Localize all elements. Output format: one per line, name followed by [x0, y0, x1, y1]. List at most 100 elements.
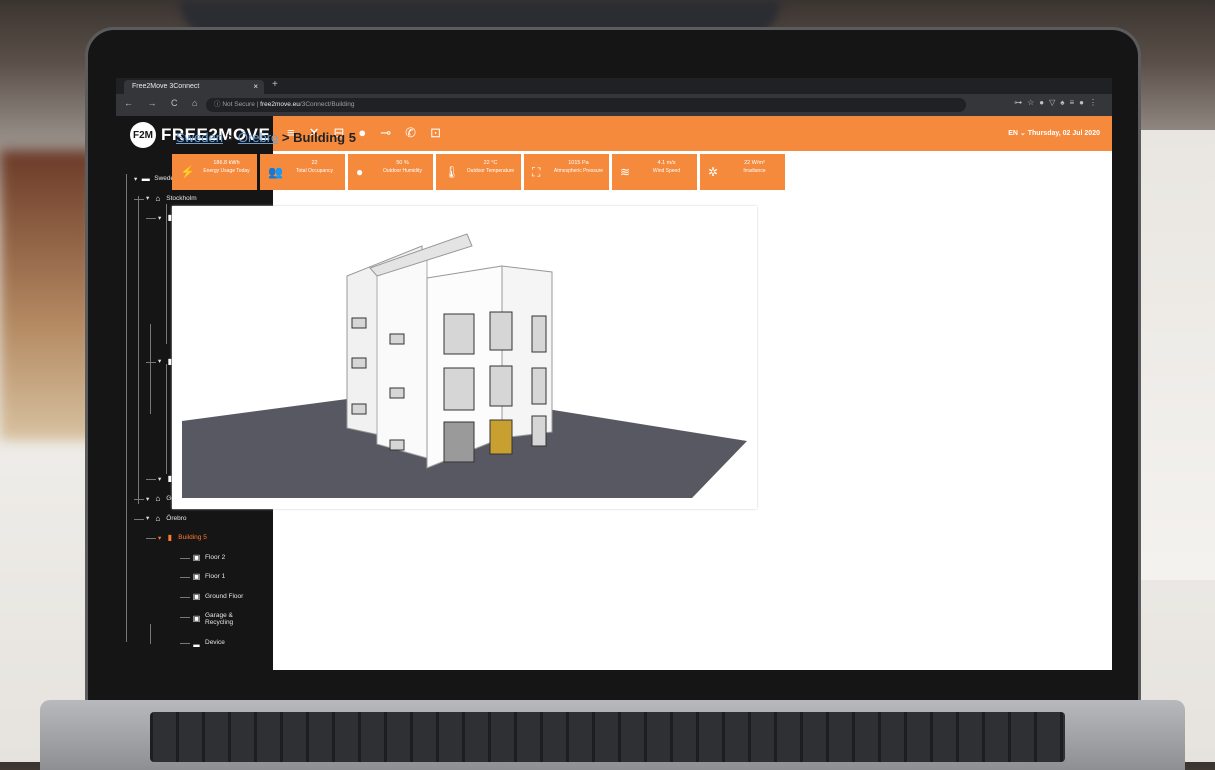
droplet-icon: ● [356, 165, 364, 179]
window [389, 439, 405, 451]
building-side-wall [376, 253, 428, 459]
camera-icon[interactable]: ⊡ [430, 125, 441, 141]
window [389, 333, 405, 345]
stat-value: 22 W/m² [744, 160, 765, 166]
window [351, 317, 367, 329]
stat-card: ✲ 22 W/m² Irradiance [700, 154, 785, 190]
pressure-icon: ⛶ [532, 165, 541, 179]
tree-node[interactable]: ▾ ▮ Building 5 [158, 533, 207, 542]
flag-icon: ▬ [141, 174, 150, 183]
tree-node[interactable]: ▾ ⌂ Stockholm [146, 194, 197, 203]
breadcrumb-separator: > [281, 130, 290, 145]
stat-label: Atmospheric Pressure [553, 168, 604, 174]
caret-icon[interactable]: ▾ [158, 214, 161, 222]
stat-value: 186.8 kWh [213, 160, 240, 166]
phone-icon[interactable]: ✆ [405, 125, 416, 141]
window [531, 367, 547, 405]
breadcrumb-link-country[interactable]: Sweden [176, 130, 223, 145]
tree-connector [180, 577, 190, 579]
window [531, 315, 547, 353]
stat-value: 4.1 m/s [657, 160, 676, 166]
stat-card: ≋ 4.1 m/s Wind Speed [612, 154, 697, 190]
close-icon[interactable]: × [253, 80, 258, 94]
tree-connector [146, 361, 156, 363]
tree-node-label: Floor 1 [205, 573, 226, 581]
tree-connector [146, 479, 156, 481]
browser-toolbar: ← → C ⌂ ⓘ Not Secure | free2move.eu/3Con… [116, 94, 1112, 116]
address-bar[interactable]: ⓘ Not Secure | free2move.eu/3Connect/Bui… [206, 98, 966, 112]
caret-icon[interactable]: ▾ [146, 514, 149, 522]
tree-node-label: Floor 2 [205, 553, 226, 561]
building-model [182, 233, 747, 498]
people-icon: 👥 [268, 165, 283, 179]
stat-label: Energy Usage Today [203, 168, 250, 174]
building-3d-viewer[interactable] [172, 206, 757, 509]
tree-node[interactable]: ▣ Floor 2 [192, 552, 226, 562]
caret-icon[interactable]: ▾ [158, 475, 161, 483]
window [443, 313, 475, 355]
app-header: ≡ ✕ ⊟ ● ⊸ ✆ ⊡ EN ⌄ Thursday, 02 Jul 2020 [273, 116, 1112, 151]
tree-node[interactable]: ▣ Garage & Recycling [192, 612, 257, 626]
tree-node[interactable]: ▂ Device [192, 637, 225, 647]
wind-icon: ≋ [620, 165, 631, 179]
drop-icon[interactable]: ● [358, 125, 366, 141]
new-tab-button[interactable]: + [272, 79, 278, 90]
stat-card: ⛶ 1015 Pa Atmospheric Pressure [524, 154, 609, 190]
floor-icon: ▣ [192, 614, 201, 624]
breadcrumb-link-city[interactable]: Örebro [238, 130, 278, 145]
window [389, 387, 405, 399]
city-icon: ⌂ [155, 513, 161, 523]
caret-icon[interactable]: ▾ [146, 495, 149, 503]
logo-icon: F2M [130, 122, 156, 148]
building-icon: ▮ [167, 533, 172, 543]
browser-tab-bar: Free2Move 3Connect × + [116, 78, 1112, 94]
language-select[interactable]: EN [1008, 130, 1018, 137]
lightning-icon: ⚡ [180, 165, 195, 179]
window [351, 403, 367, 415]
sun-icon: ✲ [708, 165, 719, 179]
breadcrumb-separator: > [226, 130, 235, 145]
tree-node[interactable]: ▣ Floor 1 [192, 572, 226, 581]
url-path: /3Connect/Building [299, 101, 355, 108]
window [531, 415, 547, 447]
tab-title: Free2Move 3Connect [132, 83, 200, 90]
caret-icon[interactable]: ▾ [146, 194, 149, 202]
tree-connector [150, 624, 151, 644]
tree-connector [180, 616, 190, 618]
stat-label: Outdoor Temperature [466, 168, 515, 174]
tree-node-label: Stockholm [166, 194, 197, 202]
stat-value: 1015 Pa [568, 160, 589, 166]
tree-connector [150, 324, 151, 414]
stat-label: Wind Speed [652, 168, 681, 174]
caret-icon[interactable]: ▾ [158, 534, 161, 542]
stats-bar: ⚡ 186.8 kWh Energy Usage Today 👥 22 Total Occ… [172, 154, 785, 190]
floor-icon: ▣ [192, 552, 201, 562]
caret-icon[interactable]: ▾ [158, 357, 161, 365]
stat-label: Irradiance [743, 168, 766, 174]
stat-card: 🌡 22 °C Outdoor Temperature [436, 154, 521, 190]
tree-connector [134, 198, 144, 200]
tree-connector [134, 499, 144, 500]
tree-connector [180, 557, 190, 559]
city-icon: ⌂ [155, 193, 161, 203]
tree-node[interactable]: ▣ Ground Floor [192, 592, 244, 601]
caret-icon[interactable]: ▾ [134, 175, 137, 183]
stat-value: 22 [311, 160, 318, 166]
extensions-icons[interactable]: ⊶☆●▽♠≡●⋮ [1014, 98, 1102, 107]
tree-connector [166, 204, 167, 344]
chevron-down-icon[interactable]: ⌄ [1020, 130, 1028, 137]
tree-node-label: Ground Floor [205, 593, 244, 600]
window [443, 421, 475, 463]
tree-connector [180, 642, 190, 644]
tree-node-label: Device [205, 638, 225, 646]
key-icon[interactable]: ⊸ [380, 125, 391, 141]
window [489, 365, 513, 407]
device-icon: ▂ [193, 637, 200, 647]
tree-node-label: Building 5 [178, 534, 207, 542]
navigation-icons[interactable]: ← → C ⌂ [124, 98, 203, 108]
laptop-keyboard [150, 712, 1065, 762]
browser-tab[interactable]: Free2Move 3Connect × [124, 80, 264, 94]
window [443, 367, 475, 411]
tree-node[interactable]: ▾ ⌂ Örebro [146, 514, 187, 523]
city-icon: ⌂ [155, 494, 161, 503]
